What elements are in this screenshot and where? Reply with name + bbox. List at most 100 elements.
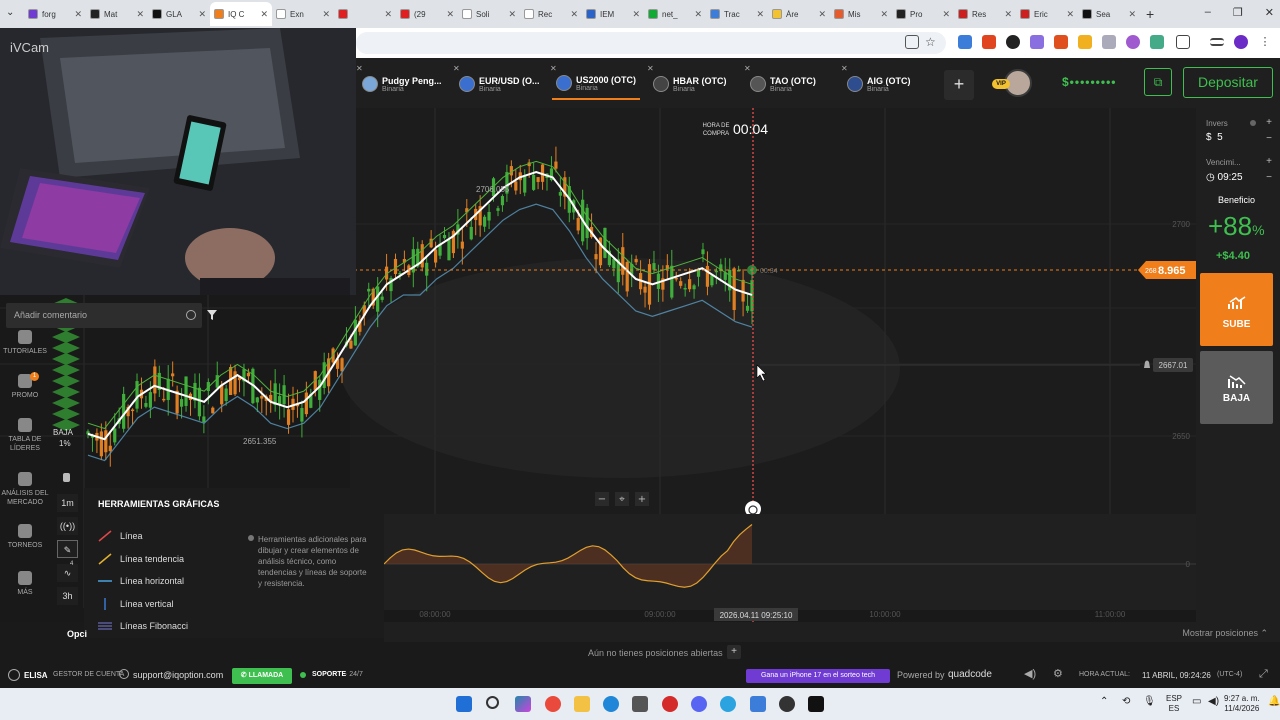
asset-tab[interactable]: ✕ Pudgy Peng... Binaria xyxy=(356,64,446,100)
extension-icon[interactable] xyxy=(982,35,996,49)
browser-tab[interactable]: Eric ✕ xyxy=(1016,2,1078,26)
tab-close-icon[interactable]: ✕ xyxy=(384,9,392,20)
extension-icon[interactable] xyxy=(1054,35,1068,49)
new-tab-button[interactable]: + xyxy=(1146,6,1154,22)
clock[interactable]: 9:27 a. m. 11/4/2026 xyxy=(1224,694,1260,714)
copilot-icon[interactable] xyxy=(515,696,531,712)
browser-tab[interactable]: Rec ✕ xyxy=(520,2,582,26)
extensions-puzzle-icon[interactable] xyxy=(1176,35,1190,49)
bullet-icon[interactable] xyxy=(60,470,74,484)
account-manager[interactable]: GESTOR DE CUENTA xyxy=(53,671,124,678)
support-label[interactable]: SOPORTE xyxy=(312,671,346,678)
sidebar-item[interactable]: PROMO xyxy=(0,374,50,400)
asset-tab[interactable]: ✕ AIG (OTC) Binaria xyxy=(841,64,931,100)
support-email[interactable]: support@iqoption.com xyxy=(133,670,223,680)
install-icon[interactable] xyxy=(905,35,919,49)
maximize-button[interactable]: ❐ xyxy=(1233,6,1243,19)
username[interactable]: ELISA xyxy=(24,671,48,680)
drawing-tools-pencil-icon[interactable]: ✎ xyxy=(57,540,78,558)
omnibox[interactable] xyxy=(356,32,946,54)
down-button[interactable]: BAJA xyxy=(1200,351,1273,424)
asset-tab[interactable]: ✕ TAO (OTC) Binaria xyxy=(744,64,834,100)
period-button[interactable]: 3h xyxy=(57,587,78,605)
asset-tab[interactable]: ✕ HBAR (OTC) Binaria xyxy=(647,64,737,100)
tab-close-icon[interactable]: ✕ xyxy=(756,9,764,20)
profile-avatar[interactable] xyxy=(1234,35,1248,49)
browser-tab[interactable]: Mat ✕ xyxy=(86,2,148,26)
sync-icon[interactable]: ⟲ xyxy=(1122,697,1130,707)
up-button[interactable]: SUBE xyxy=(1200,273,1273,346)
browser-tab[interactable]: ✕ xyxy=(334,2,396,26)
extension-icon[interactable] xyxy=(1150,35,1164,49)
file-explorer-icon[interactable] xyxy=(574,696,590,712)
browser-tab[interactable]: Mis ✕ xyxy=(830,2,892,26)
extension-icon[interactable] xyxy=(1030,35,1044,49)
settings-gear-icon[interactable]: ⚙ xyxy=(1053,667,1063,680)
call-button[interactable]: ✆ LLAMADA xyxy=(232,668,292,684)
tab-close-icon[interactable]: ✕ xyxy=(570,9,578,20)
browser-tab[interactable]: GLA ✕ xyxy=(148,2,210,26)
volume-icon[interactable]: ◀) xyxy=(1024,667,1036,680)
expiry-minus-button[interactable]: − xyxy=(1266,172,1272,183)
asset-close-icon[interactable]: ✕ xyxy=(744,64,751,73)
edge-icon[interactable] xyxy=(603,696,619,712)
asset-tab[interactable]: ✕ EUR/USD (O... Binaria xyxy=(453,64,543,100)
browser-tab[interactable]: Pro ✕ xyxy=(892,2,954,26)
filter-icon[interactable] xyxy=(207,310,217,320)
browser-tab[interactable]: net_ ✕ xyxy=(644,2,706,26)
sidebar-item[interactable]: MÁS xyxy=(0,571,50,597)
extension-icon[interactable] xyxy=(1126,35,1140,49)
emoji-icon[interactable] xyxy=(186,310,196,320)
sidebar-item[interactable]: ANÁLISIS DEL MERCADO xyxy=(0,472,50,507)
browser-tab[interactable]: Sea ✕ xyxy=(1078,2,1140,26)
asset-close-icon[interactable]: ✕ xyxy=(356,64,363,73)
cashier-icon[interactable]: ⧉ xyxy=(1144,68,1172,96)
fullscreen-icon[interactable]: ⤢ xyxy=(1259,668,1268,681)
notification-bell-icon[interactable]: 🔔 xyxy=(1268,697,1280,707)
tab-close-icon[interactable]: ✕ xyxy=(694,9,702,20)
menu-icon[interactable]: ⋮ xyxy=(1258,35,1272,49)
translate-icon[interactable] xyxy=(958,35,972,49)
telegram-icon[interactable] xyxy=(720,696,736,712)
signal-icon[interactable]: ((•)) xyxy=(57,517,78,535)
asset-close-icon[interactable]: ✕ xyxy=(647,64,654,73)
drawing-tool-item[interactable]: Líneas Fibonacci xyxy=(98,620,188,632)
store-icon[interactable] xyxy=(632,696,648,712)
drawing-tool-item[interactable]: Línea tendencia xyxy=(98,553,184,565)
tab-close-icon[interactable]: ✕ xyxy=(136,9,144,20)
browser-tab[interactable]: Soli ✕ xyxy=(458,2,520,26)
tab-close-icon[interactable]: ✕ xyxy=(260,9,268,20)
timeframe-button[interactable]: 1m xyxy=(57,494,78,512)
comment-input[interactable]: Añadir comentario xyxy=(6,303,202,328)
browser-tab[interactable]: Áre ✕ xyxy=(768,2,830,26)
media-icon[interactable] xyxy=(1210,38,1224,46)
asset-close-icon[interactable]: ✕ xyxy=(550,64,557,73)
close-window-button[interactable]: ✕ xyxy=(1265,6,1274,19)
app-icon[interactable] xyxy=(750,696,766,712)
drawing-tool-item[interactable]: Línea horizontal xyxy=(98,575,184,587)
sidebar-item[interactable]: TUTORIALES xyxy=(0,330,50,356)
promo-banner[interactable]: Gana un iPhone 17 en el sorteo tech xyxy=(746,669,890,683)
sidebar-item[interactable]: TORNEOS xyxy=(0,524,50,550)
asset-close-icon[interactable]: ✕ xyxy=(453,64,460,73)
discord-icon[interactable] xyxy=(691,696,707,712)
extension-icon[interactable] xyxy=(1006,35,1020,49)
tab-search-icon[interactable]: ⌄ xyxy=(6,7,18,19)
expiry-plus-button[interactable]: + xyxy=(1266,156,1272,167)
invest-input[interactable]: $ 5 xyxy=(1206,132,1223,143)
bookmark-star-icon[interactable]: ☆ xyxy=(925,35,939,49)
indicators-icon[interactable]: ∿ xyxy=(57,564,78,582)
add-asset-button[interactable]: + xyxy=(944,70,974,100)
network-icon[interactable]: ▭ xyxy=(1192,697,1201,707)
tray-chevron-icon[interactable]: ⌃ xyxy=(1100,697,1108,707)
language-indicator[interactable]: ESP ES xyxy=(1166,694,1182,714)
search-icon[interactable] xyxy=(486,696,499,709)
browser-tab[interactable]: IQ C ✕ xyxy=(210,2,272,26)
opera-icon[interactable] xyxy=(662,696,678,712)
show-positions-button[interactable]: Mostrar posiciones ⌃ xyxy=(1182,628,1268,639)
tab-close-icon[interactable]: ✕ xyxy=(198,9,206,20)
browser-tab[interactable]: Res ✕ xyxy=(954,2,1016,26)
tab-close-icon[interactable]: ✕ xyxy=(632,9,640,20)
tiktok-icon[interactable] xyxy=(808,696,824,712)
shield-icon[interactable] xyxy=(1102,35,1116,49)
